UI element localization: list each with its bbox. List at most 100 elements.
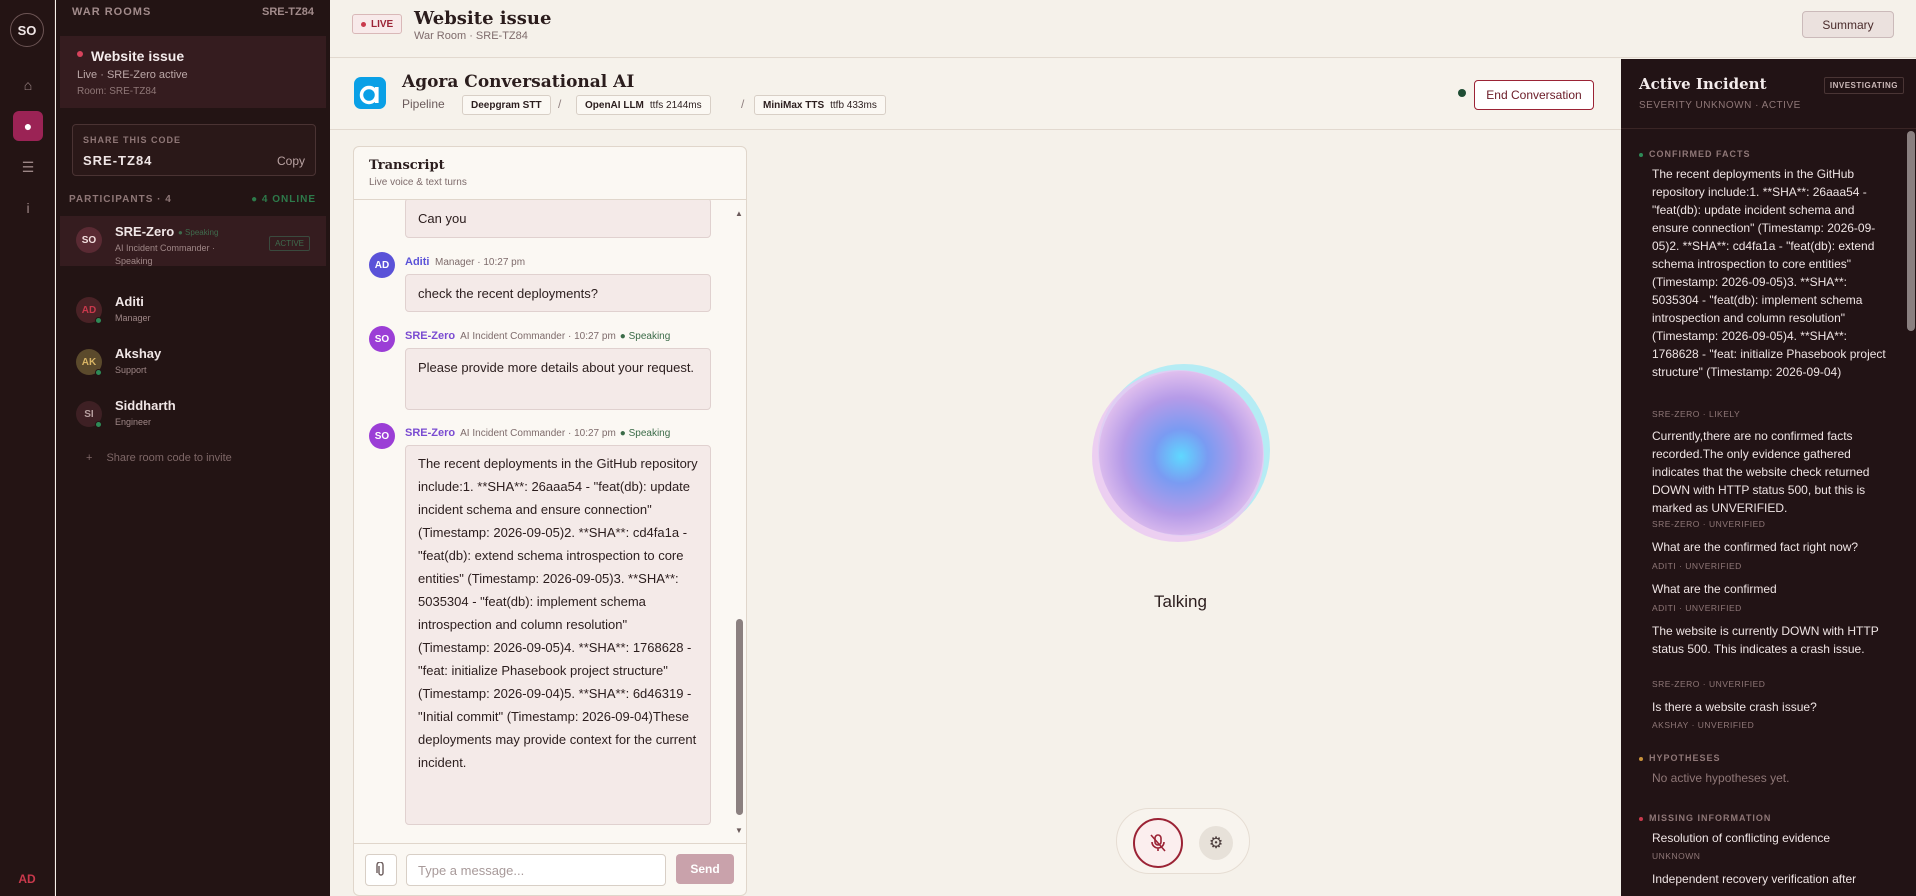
pipeline-separator: / (558, 97, 562, 111)
incident-severity: SEVERITY UNKNOWN · ACTIVE (1639, 100, 1801, 111)
fact-item: The website is currently DOWN with HTTP … (1652, 624, 1879, 656)
live-badge: LIVE (352, 14, 403, 34)
fact-source: ADITI · UNVERIFIED (1652, 603, 1742, 613)
pipeline-separator: / (741, 97, 745, 111)
participant-name: Akshay (115, 346, 162, 361)
list-icon[interactable]: ☰ (13, 152, 43, 182)
hypotheses-heading: HYPOTHESES (1639, 753, 1721, 763)
tts-chip: MiniMax TTS ttfb 433ms (754, 95, 886, 115)
speaking-tag: ● Speaking (178, 228, 219, 237)
message-meta: Aditi Manager · 10:27 pm (405, 256, 525, 268)
agent-header: Agora Conversational AI Pipeline Deepgra… (330, 59, 1621, 130)
participant-sre-zero[interactable]: SO SRE-Zero ● Speaking AI Incident Comma… (60, 216, 326, 266)
participants-heading: PARTICIPANTS · 4 (69, 194, 172, 205)
fact-source: ADITI · UNVERIFIED (1652, 561, 1742, 571)
tts-name: MiniMax TTS (763, 99, 825, 111)
stt-name: Deepgram STT (471, 99, 542, 111)
avatar: SO (369, 423, 395, 449)
transcript-scrollbar[interactable]: ▲ ▼ (734, 205, 744, 839)
plus-icon: + (86, 452, 93, 464)
scroll-thumb[interactable] (736, 619, 743, 815)
llm-chip: OpenAI LLM ttfs 2144ms (576, 95, 711, 115)
online-dot-icon (95, 369, 102, 376)
incident-title: Active Incident (1639, 75, 1767, 93)
war-room-icon[interactable]: ● (13, 111, 43, 141)
fact-source: SRE-ZERO · UNVERIFIED (1652, 519, 1766, 529)
participant-name: SRE-Zero (115, 224, 175, 239)
page-title: Website issue (414, 8, 552, 29)
fact-item: Currently,there are no confirmed facts r… (1652, 429, 1870, 515)
author-role-time: AI Incident Commander · 10:27 pm (460, 331, 616, 342)
summary-button[interactable]: Summary (1802, 11, 1894, 38)
avatar: SO (369, 326, 395, 352)
fact-source: SRE-ZERO · LIKELY (1652, 409, 1741, 419)
divider (1621, 128, 1916, 129)
attach-icon[interactable] (365, 854, 397, 886)
scroll-up-icon[interactable]: ▲ (735, 209, 743, 218)
incident-status-badge: INVESTIGATING (1823, 77, 1904, 94)
author-name: SRE-Zero (405, 427, 456, 439)
participant-role: Support (115, 365, 147, 375)
share-code-value: SRE-TZ84 (83, 153, 153, 168)
missing-item: Resolution of conflicting evidence (1652, 831, 1831, 845)
call-controls: ⚙ (1116, 808, 1250, 874)
war-rooms-sidebar: WAR ROOMS SRE-TZ84 Website issue Live · … (56, 0, 330, 896)
online-dot-icon (95, 317, 102, 324)
missing-info-heading: MISSING INFORMATION (1639, 813, 1771, 823)
agent-state-label: Talking (1154, 592, 1207, 611)
message-meta: SRE-Zero AI Incident Commander · 10:27 p… (405, 427, 670, 439)
missing-source: UNKNOWN (1652, 851, 1701, 861)
info-icon[interactable]: i (13, 193, 43, 223)
room-status: Live · SRE-Zero active (77, 69, 188, 81)
room-card-website-issue[interactable]: Website issue Live · SRE-Zero active Roo… (60, 36, 326, 108)
current-user-avatar[interactable]: AD (10, 868, 44, 890)
participant-role: Engineer (115, 417, 152, 427)
participant-name: Aditi (115, 294, 144, 309)
fact-item: What are the confirmed (1652, 582, 1777, 596)
incident-scrollbar[interactable] (1907, 131, 1915, 331)
transcript-subtitle: Live voice & text turns (369, 177, 467, 188)
header-bar: LIVE Website issue War Room · SRE-TZ84 S… (330, 0, 1916, 58)
tts-latency: ttfb 433ms (830, 99, 877, 111)
participant-name: Siddharth (115, 398, 176, 413)
message-bubble: check the recent deployments? (405, 274, 711, 312)
end-conversation-button[interactable]: End Conversation (1474, 80, 1594, 110)
author-role-time: Manager · 10:27 pm (435, 257, 526, 268)
speaking-indicator: ● Speaking (619, 331, 671, 342)
pipeline-label: Pipeline (402, 97, 445, 111)
agent-voice-orb (1092, 364, 1270, 542)
missing-item: Independent recovery verification after (1652, 872, 1857, 886)
invite-hint[interactable]: + Share room code to invite (86, 452, 246, 464)
share-code-label: SHARE THIS CODE (83, 135, 182, 145)
transcript-list[interactable]: Can you AD Aditi Manager · 10:27 pm chec… (354, 199, 746, 833)
participant-siddharth[interactable]: SI Siddharth Engineer (60, 390, 326, 440)
llm-latency: ttfs 2144ms (649, 99, 702, 111)
invite-text: Share room code to invite (106, 452, 232, 464)
page-subtitle: War Room · SRE-TZ84 (414, 30, 528, 42)
participant-akshay[interactable]: AK Akshay Support (60, 338, 326, 388)
author-role-time: AI Incident Commander · 10:27 pm (460, 428, 616, 439)
online-dot-icon (95, 421, 102, 428)
mute-microphone-button[interactable] (1133, 818, 1183, 868)
send-button[interactable]: Send (676, 854, 734, 884)
war-rooms-heading: WAR ROOMS (72, 6, 152, 18)
stt-chip: Deepgram STT (462, 95, 551, 115)
active-incident-panel: Active Incident INVESTIGATING SEVERITY U… (1621, 59, 1916, 896)
home-icon[interactable]: ⌂ (13, 70, 43, 100)
agent-name: Agora Conversational AI (402, 72, 635, 92)
scroll-down-icon[interactable]: ▼ (735, 826, 743, 835)
nav-rail: SO ⌂ ● ☰ i AD (0, 0, 55, 896)
avatar: SO (76, 227, 102, 253)
fact-source: SRE-ZERO · UNVERIFIED (1652, 679, 1766, 689)
connection-status-dot (1458, 89, 1466, 97)
message-input[interactable]: Type a message... (406, 854, 666, 886)
message-composer: Type a message... Send (354, 843, 746, 895)
fact-item: What are the confirmed fact right now? (1652, 540, 1859, 554)
settings-gear-icon[interactable]: ⚙ (1199, 826, 1233, 860)
mic-off-icon (1150, 834, 1166, 852)
copy-button[interactable]: Copy (277, 154, 305, 168)
participant-aditi[interactable]: AD Aditi Manager (60, 286, 326, 336)
fact-source: AKSHAY · UNVERIFIED (1652, 720, 1755, 730)
user-avatar[interactable]: SO (10, 13, 44, 47)
message-bubble: Please provide more details about your r… (405, 348, 711, 410)
